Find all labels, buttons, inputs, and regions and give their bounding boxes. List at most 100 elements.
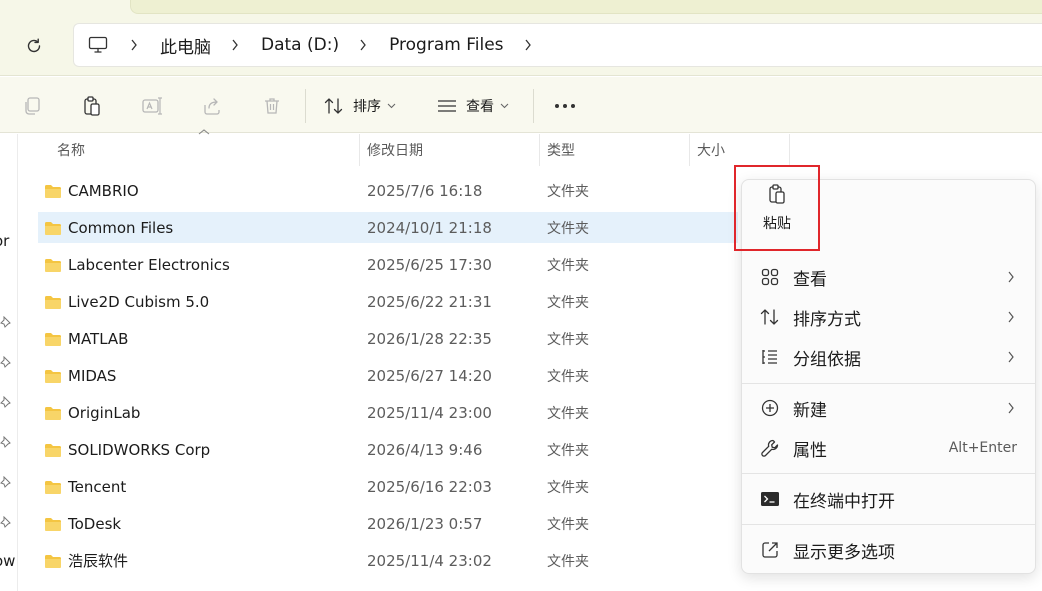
file-name: SOLIDWORKS Corp (68, 440, 211, 459)
rename-button[interactable] (138, 91, 166, 121)
folder-icon (45, 221, 61, 235)
column-divider[interactable] (359, 134, 360, 166)
column-header-modified[interactable]: 修改日期 (367, 134, 423, 166)
folder-icon (45, 480, 61, 494)
folder-icon (45, 184, 61, 198)
menu-item-more-options[interactable]: 显示更多选项 (749, 532, 1029, 568)
trash-icon (265, 98, 279, 114)
folder-icon (45, 443, 61, 457)
file-name: Tencent (68, 477, 127, 496)
file-type: 文件夹 (547, 368, 589, 385)
chevron-right-icon (1007, 311, 1015, 323)
menu-label: 属性 (793, 440, 827, 461)
file-row[interactable]: MATLAB 2026/1/28 22:35 文件夹 (38, 323, 738, 354)
column-divider[interactable] (539, 134, 540, 166)
menu-item-sort-by[interactable]: 排序方式 (749, 299, 1029, 335)
file-type: 文件夹 (547, 405, 589, 422)
paste-button[interactable] (78, 91, 106, 121)
file-row[interactable]: CAMBRIO 2025/7/6 16:18 文件夹 (38, 175, 738, 206)
menu-item-view[interactable]: 查看 (749, 259, 1029, 295)
file-row[interactable]: Live2D Cubism 5.0 2025/6/22 21:31 文件夹 (38, 286, 738, 317)
file-name: Labcenter Electronics (68, 255, 230, 274)
nav-item-label[interactable]: ow (0, 552, 15, 570)
sort-arrows-icon (324, 98, 343, 114)
chevron-right-icon[interactable] (359, 39, 367, 51)
menu-label: 排序方式 (793, 309, 861, 330)
share-icon (204, 98, 220, 115)
file-date: 2024/10/1 21:18 (367, 218, 492, 237)
menu-label: 在终端中打开 (793, 491, 895, 512)
file-row[interactable]: Common Files 2024/10/1 21:18 文件夹 (38, 212, 738, 243)
file-row[interactable]: SOLIDWORKS Corp 2026/4/13 9:46 文件夹 (38, 434, 738, 465)
file-row[interactable]: ToDesk 2026/1/23 0:57 文件夹 (38, 508, 738, 539)
this-pc-icon[interactable] (88, 36, 108, 54)
column-header-name[interactable]: 名称 (57, 134, 85, 166)
file-name: Live2D Cubism 5.0 (68, 292, 210, 311)
breadcrumb-program-files[interactable]: Program Files (389, 35, 503, 55)
menu-divider (742, 383, 1035, 384)
chevron-down-icon (500, 103, 509, 109)
column-divider[interactable] (789, 134, 790, 166)
chevron-right-icon (1007, 351, 1015, 363)
toolbar-divider (533, 89, 534, 123)
chevron-right-icon[interactable] (130, 39, 138, 51)
menu-item-group-by[interactable]: 分组依据 (749, 339, 1029, 375)
folder-icon (45, 332, 61, 346)
file-type: 文件夹 (547, 257, 589, 274)
more-options-button[interactable] (552, 91, 578, 121)
file-name: Common Files (68, 218, 174, 237)
pin-icon (0, 356, 11, 368)
share-button[interactable] (198, 91, 226, 121)
pin-icon (0, 436, 11, 448)
view-button[interactable]: 查看 (437, 91, 509, 121)
file-row[interactable]: Tencent 2025/6/16 22:03 文件夹 (38, 471, 738, 502)
refresh-button[interactable] (20, 32, 48, 60)
refresh-icon (27, 38, 41, 53)
sort-arrows-icon (759, 306, 781, 328)
column-header-size[interactable]: 大小 (697, 134, 725, 166)
menu-item-open-terminal[interactable]: 在终端中打开 (749, 481, 1029, 517)
chevron-right-icon (1007, 271, 1015, 283)
file-name: MIDAS (68, 366, 117, 385)
file-date: 2025/11/4 23:02 (367, 551, 492, 570)
group-list-icon (759, 346, 781, 368)
copy-button[interactable] (18, 91, 46, 121)
column-header-type[interactable]: 类型 (547, 134, 575, 166)
sort-button[interactable]: 排序 (324, 91, 396, 121)
paste-menu-button[interactable]: 粘贴 (734, 165, 820, 251)
folder-icon (45, 517, 61, 531)
file-row[interactable]: MIDAS 2025/6/27 14:20 文件夹 (38, 360, 738, 391)
file-date: 2025/11/4 23:00 (367, 403, 492, 422)
file-row[interactable]: OriginLab 2025/11/4 23:00 文件夹 (38, 397, 738, 428)
wrench-icon (759, 437, 781, 459)
shortcut-hint: Alt+Enter (948, 440, 1017, 456)
file-row[interactable]: 浩辰软件 2025/11/4 23:02 文件夹 (38, 545, 738, 576)
delete-button[interactable] (258, 91, 286, 121)
sort-label: 排序 (353, 99, 381, 115)
chevron-right-icon[interactable] (524, 39, 532, 51)
file-type: 文件夹 (547, 516, 589, 533)
column-divider[interactable] (689, 134, 690, 166)
menu-item-new[interactable]: 新建 (749, 390, 1029, 426)
folder-icon (45, 369, 61, 383)
grid-icon (759, 266, 781, 288)
file-name: 浩辰软件 (68, 552, 129, 570)
breadcrumb-data-drive[interactable]: Data (D:) (261, 35, 339, 55)
terminal-icon (759, 488, 781, 510)
file-type: 文件夹 (547, 331, 589, 348)
file-row[interactable]: Labcenter Electronics 2025/6/25 17:30 文件… (38, 249, 738, 280)
file-date: 2025/7/6 16:18 (367, 181, 483, 200)
chevron-right-icon[interactable] (231, 39, 239, 51)
address-bar[interactable]: 此电脑 Data (D:) Program Files (73, 23, 1042, 67)
rename-icon (142, 97, 162, 115)
menu-label: 显示更多选项 (793, 542, 895, 563)
chevron-right-icon (1007, 402, 1015, 414)
breadcrumb-this-pc[interactable]: 此电脑 (160, 33, 211, 58)
folder-icon (45, 295, 61, 309)
menu-item-properties[interactable]: 属性 Alt+Enter (749, 430, 1029, 466)
file-date: 2025/6/16 22:03 (367, 477, 492, 496)
clipboard-icon (769, 184, 785, 204)
nav-item-label[interactable]: or (0, 232, 9, 250)
pin-icon (0, 316, 11, 328)
file-name: ToDesk (68, 514, 122, 533)
